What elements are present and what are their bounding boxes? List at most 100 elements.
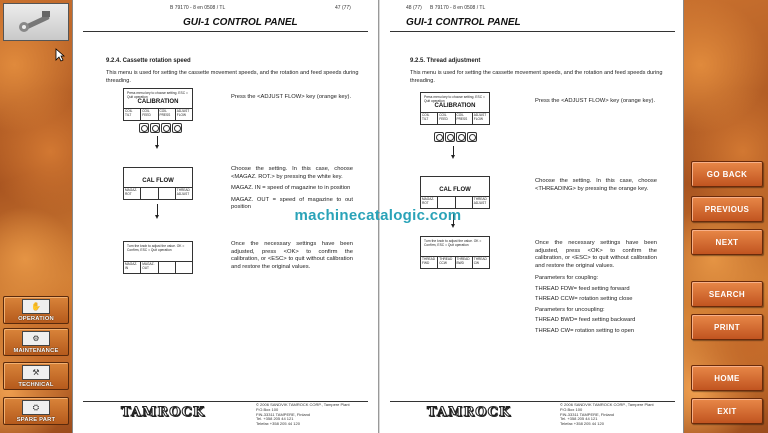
key-icon [445,132,455,142]
next-button[interactable]: NEXT [691,229,763,255]
step-description: MAGAZ. IN = speed of magazine to in posi… [231,185,351,191]
lcd-softkeys: COIL TILT COIL FEED COIL PRESS ADJUST FL… [124,108,192,120]
lcd-softkeys: MAGAZ. ROT THREAD ADJUST [124,187,192,199]
softkey-label: THREAD BWD [456,257,473,268]
section-intro: This menu is used for setting the casset… [106,70,359,84]
watermark: machinecatalogic.com [294,207,462,224]
softkey-label: COIL TILT [421,113,439,124]
lcd-adjust-value: Turn the knob to adjust the value. OK = … [420,236,490,269]
tamrock-logo: TAMROCK [120,405,206,421]
lcd-title: CAL FLOW [142,178,174,184]
maintenance-button[interactable]: ⚙ MAINTENANCE [3,328,69,356]
wrench-tool-icon[interactable] [3,3,69,41]
softkey-label: COIL FEED [438,113,456,124]
step1-text: Press the <ADJUST FLOW> key (orange key)… [535,98,657,106]
section-title: 9.2.5. Thread adjustment [410,58,481,64]
parameter-line: THREAD CCW= rotation setting close [535,296,633,302]
document-spread: B 79170 - 8 en 0508 / TL 47 (77) GUI-1 C… [72,0,684,433]
doc-code: B 79170 - 8 en 0508 / TL [170,5,226,11]
previous-button[interactable]: PREVIOUS [691,196,763,222]
key-icon [456,132,466,142]
parameter-line: THREAD CW= rotation setting to open [535,327,635,334]
technical-label: TECHNICAL [18,382,54,388]
maintenance-icon: ⚙ [22,331,50,346]
parameter-line: Parameters for uncoupling: [535,306,605,313]
step1-text: Press the <ADJUST FLOW> key (orange key)… [231,94,353,102]
lcd-hint: Turn the knob to adjust the value. OK = … [424,239,482,247]
operation-button[interactable]: ✋ OPERATION [3,296,69,324]
key-icon [434,132,444,142]
page-header-title: GUI-1 CONTROL PANEL [406,17,521,28]
lcd-calibration: Press menu key to choose setting. ESC = … [123,88,193,121]
header-rule [390,31,675,32]
copyright-block: © 2006 SANDVIK TAMROCK CORP., Tampere Pl… [560,402,654,427]
step2-text: Choose the setting. In this case, choose… [231,166,353,212]
technical-button[interactable]: ⚒ TECHNICAL [3,362,69,390]
key-icon [161,123,171,133]
tamrock-logo: TAMROCK [426,405,512,421]
lcd-calibration: Press menu key to choose setting. ESC = … [420,92,490,125]
softkey-label: COIL TILT [124,109,142,120]
softkey-label: THREAD CW [473,257,487,265]
step-description: Choose the setting. In this case, choose… [231,166,353,180]
search-button[interactable]: SEARCH [691,281,763,307]
softkey-label: THREAD FWD [421,257,439,268]
lcd-hint: Press menu key to choose setting. ESC = … [424,95,485,103]
softkey-label [159,262,176,273]
step3-text: Once the necessary settings have been ad… [535,240,657,270]
key-icon [139,123,149,133]
exit-button[interactable]: EXIT [691,398,763,424]
lcd-hint: Press menu key to choose setting. ESC = … [127,91,188,99]
flow-arrow [451,146,455,159]
step-description: Choose the setting. In this case, choose… [535,178,657,192]
key-icon [172,123,182,133]
parameter-line: Parameters for coupling: [535,275,599,281]
panel-keys [434,132,477,142]
softkey-label: COIL FEED [141,109,159,120]
spare-part-button[interactable]: ⛭ SPARE PART [3,397,69,425]
step-description: Press the <ADJUST FLOW> key (orange key)… [231,94,352,100]
technical-icon: ⚒ [22,365,50,380]
softkey-label: THREAD ADJUST [176,188,190,196]
spare-part-icon: ⛭ [22,400,50,415]
softkey-label: COIL PRESS [456,113,473,124]
softkey-label: ADJUST FLOW [176,109,190,117]
softkey-label [159,188,176,199]
lcd-softkeys: MAGAZ. IN MAGAZ. OUT [124,261,192,273]
lcd-cal-flow: CAL FLOW MAGAZ. ROT THREAD ADJUST [123,167,193,200]
page-number: 47 (77) [335,5,351,11]
copyright-line: Telefax +358 205 44 120 [560,421,604,427]
copyright-block: © 2006 SANDVIK TAMROCK CORP., Tampere Pl… [256,402,350,427]
lcd-title: CAL FLOW [439,187,471,193]
panel-keys [139,123,182,133]
lcd-title: CALIBRATION [434,103,476,109]
maintenance-label: MAINTENANCE [13,348,59,354]
parameter-line: THREAD BWD= feed setting backward [535,317,636,323]
go-back-button[interactable]: GO BACK [691,161,763,187]
softkey-label: MAGAZ. ROT [124,188,142,199]
doc-code: B 79170 - 8 en 0508 / TL [430,5,486,11]
parameter-list: Parameters for coupling: THREAD FDW= fee… [535,273,657,336]
softkey-label [141,188,159,199]
softkey-label: THREAD CCW [438,257,456,268]
step-description: Once the necessary settings have been ad… [535,240,657,269]
key-icon [150,123,160,133]
softkey-label: MAGAZ. OUT [141,262,159,273]
mouse-cursor-icon [55,48,65,62]
print-button[interactable]: PRINT [691,314,763,340]
step3-text: Once the necessary settings have been ad… [231,241,353,271]
lcd-title: CALIBRATION [137,99,179,105]
lcd-softkeys: THREAD FWD THREAD CCW THREAD BWD THREAD … [421,256,489,268]
page-number: 48 (77) [406,5,422,11]
header-rule [83,31,368,32]
key-icon [467,132,477,142]
parameter-line: THREAD FDW= feed setting forward [535,285,630,292]
home-button[interactable]: HOME [691,365,763,391]
operation-label: OPERATION [18,316,54,322]
softkey-label [176,262,192,273]
section-intro: This menu is used for setting the casset… [410,70,663,84]
step2-text: Choose the setting. In this case, choose… [535,178,657,193]
lcd-cal-flow: CAL FLOW MAGAZ. ROT THREAD ADJUST [420,176,490,209]
lcd-adjust-value: Turn the knob to adjust the value. OK = … [123,241,193,274]
step-description: Once the necessary settings have been ad… [231,241,353,270]
